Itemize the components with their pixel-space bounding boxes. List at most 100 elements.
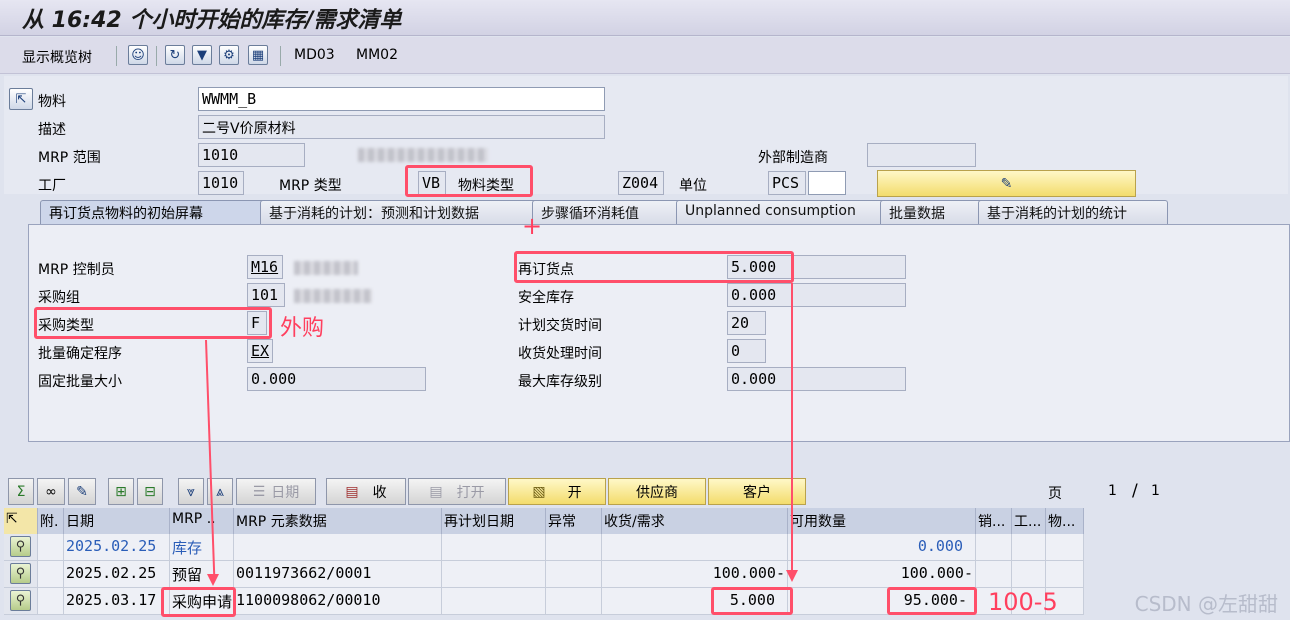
tab-consumption-stats[interactable]: 基于消耗的计划的统计 (978, 200, 1168, 224)
edit-button[interactable]: ✎ (877, 170, 1136, 197)
magnifier-icon[interactable]: ⚲ (10, 590, 31, 611)
refresh-icon[interactable]: ↻ (165, 45, 185, 65)
table-row[interactable]: ⚲ (4, 534, 38, 561)
date-button[interactable]: ☰ 日期 (236, 478, 316, 505)
tree-collapse-icon[interactable]: ⊟ (137, 478, 163, 505)
settings-icon[interactable]: ⚙ (219, 45, 239, 65)
attach-cell (38, 561, 64, 588)
purchasing-group-label: 采购组 (38, 290, 80, 306)
procurement-type-label: 采购类型 (38, 318, 94, 334)
mm02-button[interactable]: MM02 (356, 47, 398, 63)
page-separator: / (1132, 481, 1138, 501)
date-cell: 2025.02.25 (64, 534, 170, 561)
sales-cell (976, 561, 1012, 588)
column-header-exception[interactable]: 异常 (546, 508, 602, 534)
column-header-receipt[interactable]: 收货/需求 (602, 508, 788, 534)
column-header-icon[interactable]: ⇱ (4, 508, 38, 534)
magnifier-icon[interactable]: ⚲ (10, 563, 31, 584)
open-button[interactable]: ▤ 打开 (408, 478, 506, 505)
arrow-up-icon[interactable]: ⩓ (207, 478, 233, 505)
exception-cell (546, 588, 602, 615)
max-stock-label: 最大库存级别 (518, 374, 602, 390)
column-header-attach[interactable]: 附. (38, 508, 64, 534)
column-header-date[interactable]: 日期 (64, 508, 170, 534)
fixed-lot-field: 0.000 (247, 367, 426, 391)
planned-delivery-field: 20 (727, 311, 766, 335)
tab-reorder-initial[interactable]: 再订货点物料的初始屏幕 (40, 200, 272, 224)
tab-period-consumption[interactable]: 步骤循环消耗值 (532, 200, 686, 224)
separator (280, 46, 281, 66)
column-header-mrp-element-data[interactable]: MRP 元素数据 (234, 508, 442, 534)
customer-button[interactable]: 客户 (708, 478, 806, 505)
safety-stock-field: 0.000 (727, 283, 906, 307)
available-cell: 95.000- (788, 588, 976, 615)
attach-cell (38, 534, 64, 561)
filter-icon[interactable]: ▼ (192, 45, 212, 65)
reschedule-cell (442, 561, 546, 588)
mrp-element-cell: 采购申请 (170, 588, 234, 615)
person-icon[interactable]: ☺ (128, 45, 148, 65)
attach-cell (38, 588, 64, 615)
mrp-type-field: VB (418, 171, 446, 195)
lot-size-field: EX (247, 339, 273, 363)
element-data-cell (234, 534, 442, 561)
detail-panel (28, 224, 1290, 442)
md03-button[interactable]: MD03 (294, 47, 335, 63)
redacted-text (358, 148, 488, 162)
pencil-icon[interactable]: ✎ (68, 478, 96, 505)
overview-tree-button[interactable]: 显示概览树 (22, 47, 92, 67)
vendor-button[interactable]: 供应商 (608, 478, 706, 505)
column-header-mrp-element[interactable]: MRP .. (170, 508, 234, 534)
material-cell (1046, 534, 1084, 561)
page-total: 1 (1151, 483, 1160, 499)
description-field: 二号V价原材料 (198, 115, 605, 139)
application-toolbar: 显示概览树 ☺ ↻ ▼ ⚙ ▦ MD03 MM02 (0, 37, 1290, 74)
max-stock-field: 0.000 (727, 367, 906, 391)
calendar-icon[interactable]: ▦ (248, 45, 268, 65)
lot-size-label: 批量确定程序 (38, 346, 122, 362)
glasses-icon[interactable]: ∞ (37, 478, 65, 505)
separator (156, 46, 157, 66)
arrow-down-icon[interactable]: ⩔ (178, 478, 204, 505)
fixed-lot-label: 固定批量大小 (38, 374, 122, 390)
receipt-button[interactable]: ▤ 收 (326, 478, 406, 505)
table-row[interactable]: ⚲ (4, 588, 38, 615)
column-header-work[interactable]: 工... (1012, 508, 1046, 534)
plant-label: 工厂 (38, 178, 66, 194)
edit-icon: ✎ (1000, 175, 1013, 192)
annotation-calc: 100-5 (988, 588, 1058, 616)
open-item-button[interactable]: ▧ 开 (508, 478, 606, 505)
receipt-cell: 5.000 (602, 588, 788, 615)
document-icon: ▤ (429, 483, 443, 500)
tab-consumption-forecast[interactable]: 基于消耗的计划：预测和计划数据 (260, 200, 552, 224)
date-cell: 2025.03.17 (64, 588, 170, 615)
redacted-text (294, 261, 358, 275)
page-current: 1 (1108, 483, 1117, 499)
sum-icon[interactable]: Σ (8, 478, 34, 505)
mrp-controller-label: MRP 控制员 (38, 262, 115, 278)
unit-field: PCS (768, 171, 806, 195)
table-row[interactable]: ⚲ (4, 561, 38, 588)
receipt-button-label: 收 (372, 484, 387, 501)
separator (116, 46, 117, 66)
mrp-type-label: MRP 类型 (279, 178, 342, 194)
open-button-label: 打开 (456, 484, 485, 501)
list-icon: ☰ (252, 483, 266, 500)
reschedule-cell (442, 588, 546, 615)
tree-expand-icon[interactable]: ⊞ (108, 478, 134, 505)
column-header-reschedule[interactable]: 再计划日期 (442, 508, 546, 534)
column-header-available[interactable]: 可用数量 (788, 508, 976, 534)
material-cell (1046, 561, 1084, 588)
column-header-sales[interactable]: 销... (976, 508, 1012, 534)
tab-unplanned-consumption[interactable]: Unplanned consumption (676, 200, 898, 224)
unit-extra-field[interactable] (808, 171, 846, 195)
expand-header-icon[interactable]: ⇱ (9, 88, 33, 110)
magnifier-icon[interactable]: ⚲ (10, 536, 31, 557)
column-header-material[interactable]: 物... (1046, 508, 1084, 534)
page-label: 页 (1048, 486, 1062, 502)
gr-processing-label: 收货处理时间 (518, 346, 602, 362)
purchasing-group-field: 101 (247, 283, 285, 307)
mrp-area-label: MRP 范围 (38, 150, 101, 166)
annotation-arrowhead (786, 570, 798, 582)
material-field[interactable]: WWMM_B (198, 87, 605, 111)
